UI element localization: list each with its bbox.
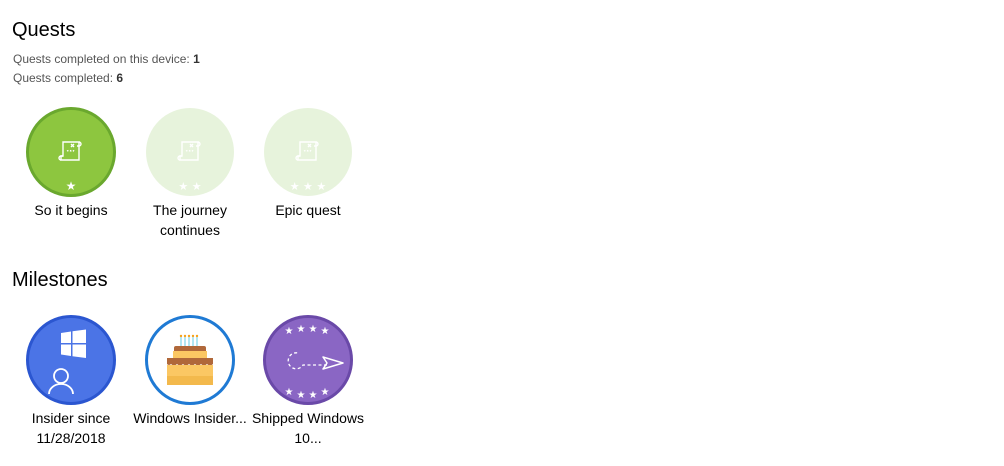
- scroll-icon: ★: [26, 107, 116, 197]
- paper-plane-icon: ★ ★ ★ ★ ★ ★ ★ ★: [263, 315, 353, 405]
- svg-text:★: ★: [297, 324, 306, 335]
- quests-device-label: Quests completed on this device:: [13, 52, 194, 66]
- svg-text:★: ★: [309, 390, 318, 401]
- quest-badge-label: Epic quest: [275, 202, 341, 218]
- milestone-badge-windows-insider[interactable]: Windows Insider...: [131, 315, 249, 428]
- quests-device-count: 1: [193, 52, 200, 66]
- birthday-cake-icon: [145, 315, 235, 405]
- quest-badge-epic-quest[interactable]: ★ ★ ★ Epic quest: [249, 107, 367, 220]
- windows-user-icon: [26, 315, 116, 405]
- svg-text:★ ★ ★: ★ ★ ★: [290, 180, 327, 193]
- quest-badge-so-it-begins[interactable]: ★ So it begins: [12, 107, 130, 220]
- quests-total-label: Quests completed:: [13, 71, 117, 85]
- scroll-icon: ★ ★: [146, 108, 234, 196]
- milestones-section-title: Milestones: [12, 269, 108, 291]
- milestone-badge-label: Shipped Windows 10...: [251, 410, 365, 446]
- svg-text:★: ★: [321, 387, 330, 398]
- svg-text:★: ★: [66, 179, 77, 193]
- svg-text:★: ★: [285, 326, 294, 337]
- svg-text:★ ★: ★ ★: [178, 180, 201, 193]
- svg-text:★: ★: [321, 326, 330, 337]
- quests-total-count: 6: [116, 71, 124, 85]
- quest-badge-label: So it begins: [34, 202, 108, 218]
- quests-section-title: Quests: [12, 19, 76, 41]
- milestone-badge-label: Insider since 11/28/2018: [31, 410, 111, 446]
- svg-text:★: ★: [297, 390, 306, 401]
- quests-completed-total-stat: Quests completed: 6: [13, 70, 123, 86]
- svg-text:★: ★: [309, 324, 318, 335]
- quest-badge-the-journey-continues[interactable]: ★ ★ The journey continues: [131, 107, 249, 240]
- milestone-badge-label: Windows Insider...: [133, 410, 247, 426]
- milestone-badge-shipped-windows-10[interactable]: ★ ★ ★ ★ ★ ★ ★ ★ Shipped Windows 10...: [249, 315, 367, 448]
- scroll-icon: ★ ★ ★: [264, 108, 352, 196]
- milestone-badge-insider-since[interactable]: Insider since 11/28/2018: [12, 315, 130, 448]
- quests-completed-device-stat: Quests completed on this device: 1: [13, 51, 200, 67]
- svg-text:★: ★: [285, 387, 294, 398]
- quest-badge-label: The journey continues: [153, 202, 227, 238]
